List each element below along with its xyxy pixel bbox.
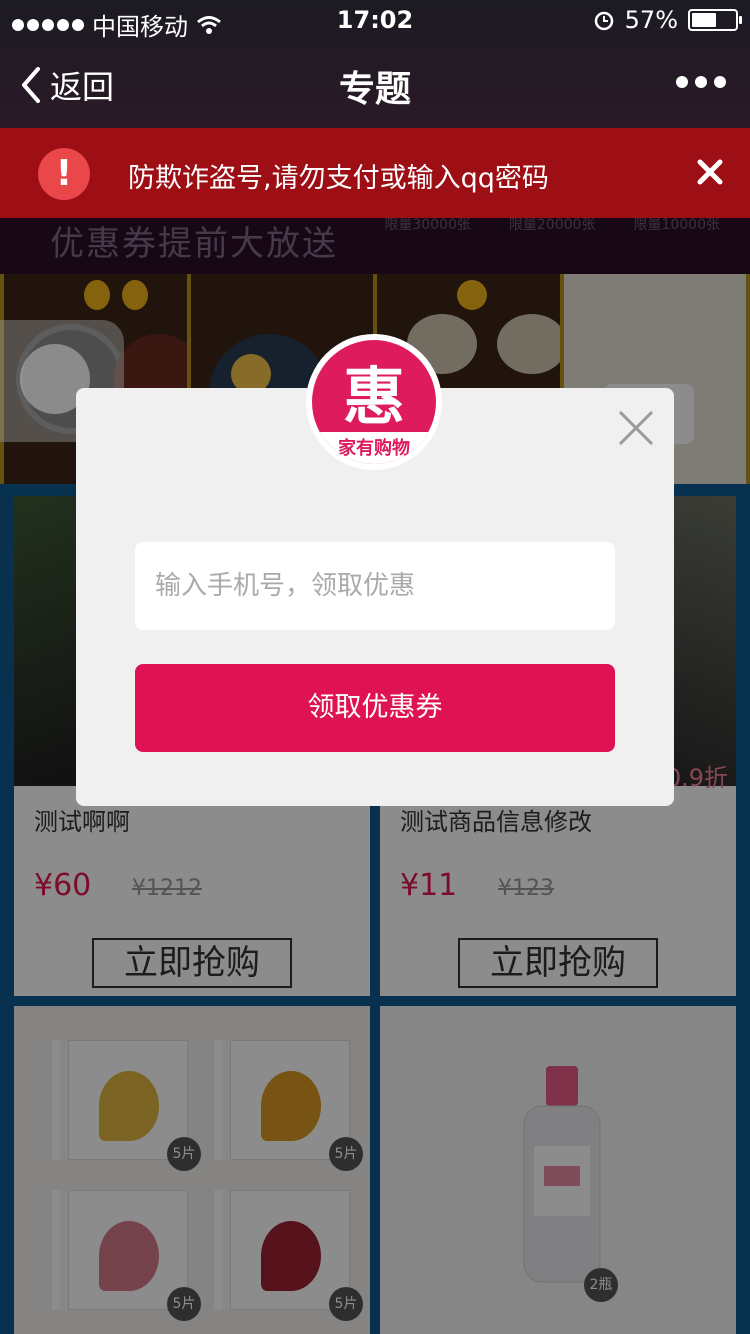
battery-percent: 57% — [624, 6, 678, 34]
close-icon[interactable] — [616, 408, 656, 448]
alarm-icon — [594, 11, 613, 31]
exclamation-icon: ! — [38, 148, 90, 200]
fraud-warning-bar: ! 防欺诈盗号,请勿支付或输入qq密码 — [0, 128, 750, 218]
nav-bar: 返回 专题 — [0, 40, 750, 128]
page-title: 专题 — [338, 69, 411, 110]
logo-glyph: 惠 — [342, 360, 405, 433]
more-icon[interactable] — [676, 76, 726, 88]
status-bar: 中国移动 17:02 57% — [0, 0, 750, 41]
brand-logo: 惠 家有购物 — [306, 334, 442, 470]
brand-name: 家有购物 — [338, 438, 410, 459]
warning-text: 防欺诈盗号,请勿支付或输入qq密码 — [128, 163, 549, 194]
top-bar: 中国移动 17:02 57% 返回 专题 — [0, 0, 750, 128]
battery-icon — [688, 9, 742, 31]
claim-coupon-button[interactable]: 领取优惠券 — [135, 664, 615, 752]
phone-input[interactable] — [135, 542, 615, 630]
close-warning-icon[interactable] — [690, 152, 730, 192]
